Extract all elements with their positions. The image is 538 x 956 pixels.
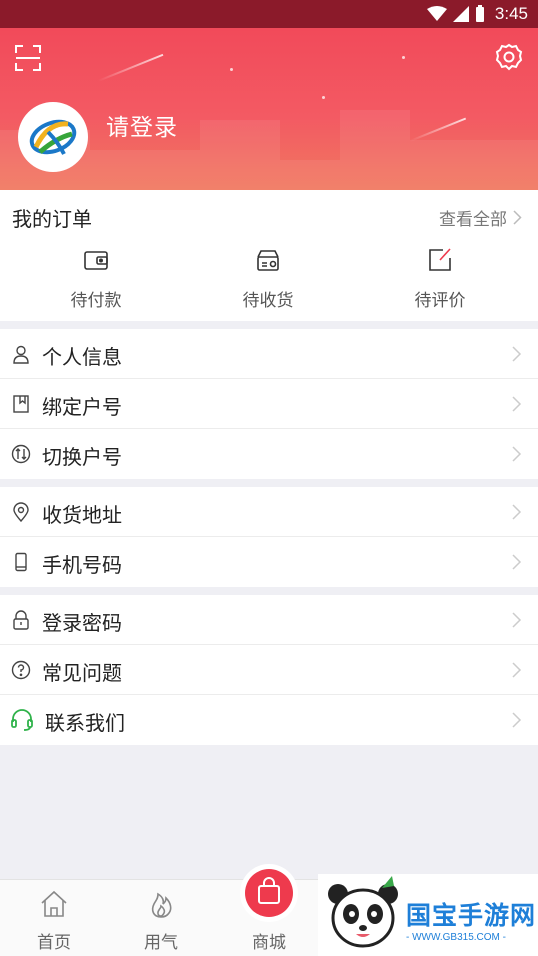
- menu-item-label: 联系我们: [45, 711, 125, 735]
- menu-item-phone-number[interactable]: 手机号码: [0, 537, 538, 587]
- lock-icon: [13, 610, 29, 630]
- status-icons: 3:45: [426, 4, 528, 24]
- watermark-name: 国宝手游网: [406, 901, 537, 930]
- edit-review-icon: [426, 246, 454, 274]
- order-item-label: 待评价: [414, 291, 466, 311]
- location-icon: [13, 502, 29, 522]
- chevron-right-icon: [512, 612, 522, 628]
- chevron-right-icon: [512, 712, 522, 728]
- menu-item-label: 绑定户号: [42, 395, 122, 419]
- tab-label: 商城: [252, 933, 286, 953]
- order-pending-receipt[interactable]: 待收货: [218, 246, 318, 311]
- chevron-right-icon: [513, 210, 522, 225]
- status-time: 3:45: [494, 4, 528, 23]
- chevron-right-icon: [512, 662, 522, 678]
- chevron-right-icon: [512, 446, 522, 462]
- home-icon: [41, 890, 67, 917]
- tab-gas[interactable]: 用气: [121, 888, 201, 953]
- chevron-right-icon: [512, 554, 522, 570]
- menu-item-bind-account[interactable]: 绑定户号: [0, 379, 538, 429]
- view-all-orders-link[interactable]: 查看全部: [439, 205, 522, 230]
- person-icon: [13, 345, 29, 364]
- order-item-label: 待付款: [70, 291, 122, 311]
- delivery-box-icon: [254, 246, 282, 274]
- bookmark-icon: [13, 395, 29, 413]
- panda-logo-icon: [328, 876, 398, 948]
- question-icon: [11, 660, 31, 680]
- avatar[interactable]: [18, 102, 88, 172]
- headset-icon: [11, 709, 33, 731]
- menu-item-label: 收货地址: [42, 503, 122, 527]
- menu-item-label: 切换户号: [42, 445, 122, 469]
- battery-icon: [475, 5, 484, 22]
- menu-item-login-password[interactable]: 登录密码: [0, 595, 538, 645]
- menu-item-shipping-address[interactable]: 收货地址: [0, 487, 538, 537]
- watermark-url: - WWW.GB315.COM -: [406, 932, 506, 943]
- scan-icon[interactable]: [14, 44, 42, 72]
- menu-item-label: 个人信息: [42, 345, 122, 369]
- wallet-icon: [82, 246, 110, 274]
- menu-item-faq[interactable]: 常见问题: [0, 645, 538, 695]
- login-link[interactable]: 请登录: [106, 108, 178, 142]
- shopping-bag-icon: [258, 877, 280, 904]
- tab-home[interactable]: 首页: [14, 888, 94, 953]
- switch-icon: [11, 444, 31, 464]
- menu-group-support: 登录密码 常见问题 联系我们: [0, 595, 538, 745]
- tab-mall[interactable]: 商城: [229, 928, 309, 953]
- orders-title: 我的订单: [12, 207, 92, 231]
- my-orders-section: 我的订单 查看全部 待付款 待收货 待评价: [0, 190, 538, 321]
- watermark: 国宝手游网 - WWW.GB315.COM -: [318, 874, 538, 956]
- gear-icon[interactable]: [494, 42, 524, 72]
- signal-icon: [452, 6, 469, 22]
- chevron-right-icon: [512, 346, 522, 362]
- phone-icon: [15, 552, 27, 572]
- mall-button[interactable]: [240, 864, 298, 922]
- view-all-label: 查看全部: [439, 210, 507, 230]
- menu-item-switch-account[interactable]: 切换户号: [0, 429, 538, 479]
- wifi-icon: [426, 6, 447, 21]
- profile-header: 请登录: [0, 28, 538, 190]
- order-pending-payment[interactable]: 待付款: [46, 246, 146, 311]
- menu-group-contact-info: 收货地址 手机号码: [0, 487, 538, 587]
- menu-item-label: 手机号码: [42, 553, 122, 577]
- flame-icon: [151, 892, 172, 918]
- menu-item-personal-info[interactable]: 个人信息: [0, 329, 538, 379]
- menu-group-account: 个人信息 绑定户号 切换户号: [0, 329, 538, 479]
- tab-label: 用气: [144, 933, 178, 953]
- chevron-right-icon: [512, 396, 522, 412]
- menu-item-label: 常见问题: [42, 661, 122, 685]
- order-item-label: 待收货: [242, 291, 294, 311]
- order-pending-review[interactable]: 待评价: [390, 246, 490, 311]
- tab-label: 首页: [37, 933, 71, 953]
- menu-item-contact-us[interactable]: 联系我们: [0, 695, 538, 745]
- menu-item-label: 登录密码: [42, 611, 122, 635]
- status-bar: 3:45: [0, 0, 538, 28]
- company-logo-icon: [29, 119, 77, 155]
- chevron-right-icon: [512, 504, 522, 520]
